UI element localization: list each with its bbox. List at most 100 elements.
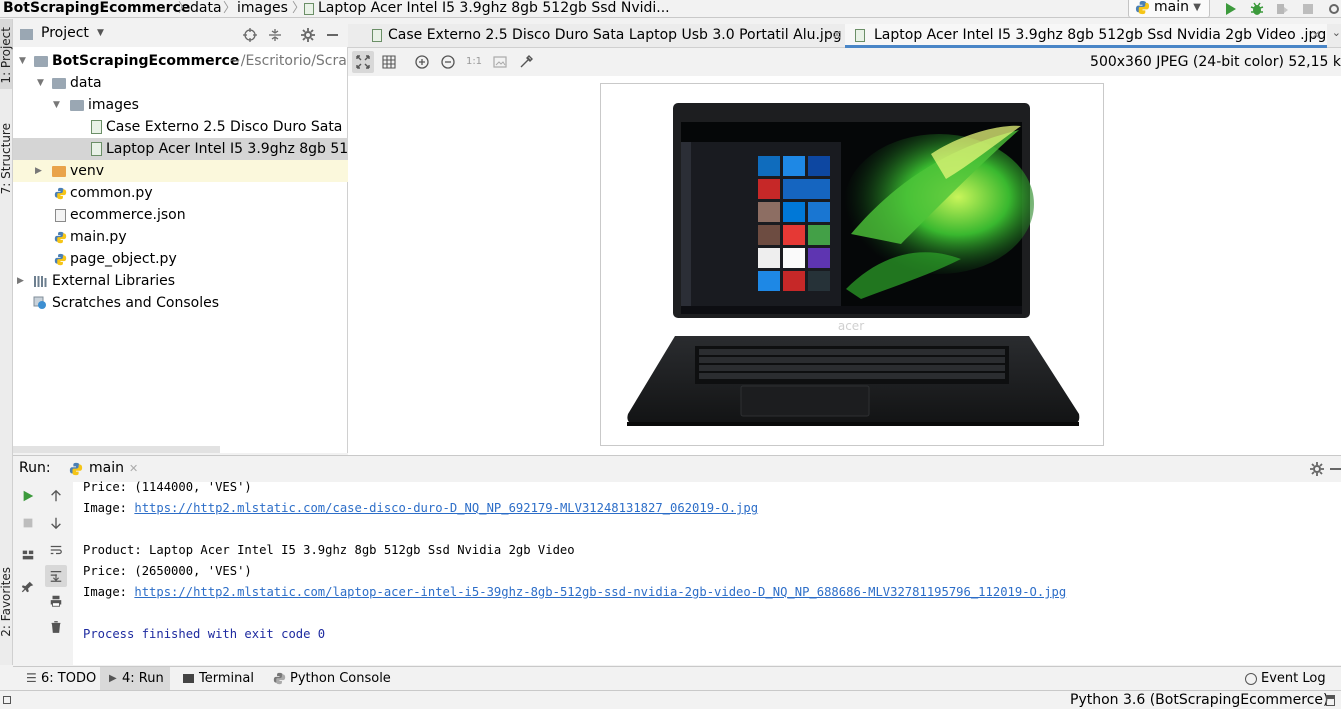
close-icon[interactable]: ✕ <box>832 24 842 47</box>
trash-icon[interactable] <box>49 620 63 634</box>
run-console-output[interactable]: Price: (1144000, 'VES') Image: https://h… <box>73 480 1341 665</box>
tree-item-laptop-image[interactable]: Laptop Acer Intel I5 3.9ghz 8gb 512g <box>13 138 348 160</box>
zoom-in-icon[interactable] <box>414 54 430 70</box>
python-interpreter[interactable]: Python 3.6 (BotScrapingEcommerce) <box>1070 691 1329 709</box>
collapse-all-icon[interactable] <box>267 27 283 43</box>
tree-item-external-libraries[interactable]: ▶ External Libraries <box>13 270 348 292</box>
chevron-down-icon[interactable]: ⌄ <box>1332 26 1341 39</box>
expanded-arrow-icon[interactable]: ▼ <box>19 50 26 72</box>
collapsed-arrow-icon[interactable]: ▶ <box>35 160 42 182</box>
horizontal-scrollbar[interactable] <box>13 446 220 453</box>
locate-icon[interactable] <box>242 27 258 43</box>
lock-icon[interactable] <box>1326 695 1335 706</box>
tree-item-case-image[interactable]: Case Externo 2.5 Disco Duro Sata La <box>13 116 348 138</box>
editor-tab-laptop-image[interactable]: Laptop Acer Intel I5 3.9ghz 8gb 512gb Ss… <box>845 24 1327 48</box>
folder-icon <box>20 29 33 40</box>
console-image-link[interactable]: https://http2.mlstatic.com/laptop-acer-i… <box>134 585 1066 599</box>
folder-icon <box>52 78 66 89</box>
breadcrumb-file[interactable]: Laptop Acer Intel I5 3.9ghz 8gb 512gb Ss… <box>318 0 670 17</box>
console-image-link[interactable]: https://http2.mlstatic.com/case-disco-du… <box>134 501 758 515</box>
event-log-button[interactable]: Event Log <box>1239 667 1332 691</box>
image-file-icon <box>372 29 382 42</box>
tree-item-ecommerce-json[interactable]: ecommerce.json <box>13 204 348 226</box>
expanded-arrow-icon[interactable]: ▼ <box>53 94 60 116</box>
run-panel-header: Run: main ✕ <box>13 455 1341 482</box>
grid-icon[interactable] <box>381 54 397 70</box>
project-tree: ▼ BotScrapingEcommerce ~/Escritorio/Scra… <box>13 47 348 453</box>
folder-icon <box>52 166 66 177</box>
tree-item-project-root[interactable]: ▼ BotScrapingEcommerce ~/Escritorio/Scra <box>13 50 348 72</box>
tool-tab-run[interactable]: ▶ 4: Run <box>100 667 170 691</box>
layout-icon[interactable] <box>21 548 35 562</box>
python-file-icon <box>54 187 67 200</box>
project-panel-header: Project ▼ <box>13 24 348 47</box>
structure-tool-tab[interactable]: 7: Structure <box>0 123 13 194</box>
tree-item-label: Case Externo 2.5 Disco Duro Sata La <box>106 119 348 135</box>
project-panel-title[interactable]: Project <box>41 25 89 41</box>
console-line: Image: https://http2.mlstatic.com/case-d… <box>83 501 758 515</box>
run-side-toolbar <box>13 482 73 665</box>
editor-tab-case-image[interactable]: Case Externo 2.5 Disco Duro Sata Laptop … <box>362 24 844 48</box>
run-tab-main[interactable]: main <box>89 460 124 476</box>
stop-icon[interactable] <box>1300 1 1316 17</box>
console-line: Price: (2650000, 'VES') <box>83 564 252 578</box>
image-info-label: 500x360 JPEG (24-bit color) 52,15 k <box>1090 54 1341 70</box>
tool-windows-icon[interactable] <box>3 696 11 704</box>
stop-icon[interactable] <box>21 516 35 530</box>
tree-item-main-py[interactable]: main.py <box>13 226 348 248</box>
event-log-icon <box>1245 673 1257 685</box>
breadcrumb-data[interactable]: data <box>190 0 222 17</box>
pin-icon[interactable] <box>21 580 35 594</box>
tree-item-venv[interactable]: ▶ venv <box>13 160 348 182</box>
favorites-tool-tab[interactable]: 2: Favorites <box>0 567 13 637</box>
image-viewer-toolbar: 1:1 500x360 JPEG (24-bit color) 52,15 k <box>348 49 1341 76</box>
tree-item-label: Scratches and Consoles <box>52 295 219 311</box>
tree-item-common-py[interactable]: common.py <box>13 182 348 204</box>
run-icon[interactable] <box>1222 1 1238 17</box>
color-picker-icon[interactable] <box>518 54 534 70</box>
tree-item-page-object-py[interactable]: page_object.py <box>13 248 348 270</box>
print-icon[interactable] <box>49 594 63 608</box>
tree-item-data[interactable]: ▼ data <box>13 72 348 94</box>
debug-icon[interactable] <box>1249 1 1265 17</box>
tree-item-label: External Libraries <box>52 273 175 289</box>
navigation-bar: BotScrapingEcommerce 〉 data 〉 images 〉 L… <box>0 0 1341 18</box>
tool-tab-python-console[interactable]: Python Console <box>268 667 397 691</box>
breadcrumb-separator: 〉 <box>223 1 237 16</box>
image-viewer-canvas[interactable]: acer <box>348 76 1341 455</box>
console-line-prefix: Image: <box>83 501 135 515</box>
close-icon[interactable]: ✕ <box>129 462 138 475</box>
close-icon[interactable]: ✕ <box>1311 24 1321 47</box>
tree-item-scratches[interactable]: Scratches and Consoles <box>13 292 348 314</box>
tool-tab-terminal[interactable]: Terminal <box>177 667 260 691</box>
expanded-arrow-icon[interactable]: ▼ <box>37 72 44 94</box>
gear-icon[interactable] <box>300 27 316 43</box>
scratches-icon <box>33 296 46 309</box>
zoom-out-icon[interactable] <box>440 54 456 70</box>
project-tool-tab[interactable]: 1: Project <box>0 27 13 84</box>
tool-tab-label: Terminal <box>199 671 254 686</box>
tool-tab-todo[interactable]: ☰ 6: TODO <box>19 667 102 691</box>
settings-icon[interactable] <box>1326 1 1341 17</box>
editor-tab-bar: Case Externo 2.5 Disco Duro Sata Laptop … <box>348 24 1341 48</box>
tree-item-images[interactable]: ▼ images <box>13 94 348 116</box>
python-file-icon <box>54 231 67 244</box>
breadcrumb-project[interactable]: BotScrapingEcommerce <box>3 0 190 17</box>
background-toggle-icon[interactable] <box>492 54 508 70</box>
minimize-icon[interactable] <box>1330 468 1341 470</box>
rerun-icon[interactable] <box>21 489 35 503</box>
gear-icon[interactable] <box>1309 461 1325 477</box>
minimize-icon[interactable] <box>327 34 338 36</box>
scroll-to-end-icon[interactable] <box>49 569 63 583</box>
arrow-down-icon[interactable] <box>49 516 63 530</box>
arrow-up-icon[interactable] <box>49 489 63 503</box>
run-configuration-select[interactable]: main ▼ <box>1128 0 1210 18</box>
chevron-down-icon[interactable]: ▼ <box>97 28 104 38</box>
actual-size-button[interactable]: 1:1 <box>464 54 484 70</box>
soft-wrap-icon[interactable] <box>49 543 63 557</box>
python-icon <box>273 672 286 685</box>
breadcrumb-images[interactable]: images <box>237 0 288 17</box>
fit-zoom-icon[interactable] <box>355 54 371 70</box>
collapsed-arrow-icon[interactable]: ▶ <box>17 270 24 292</box>
coverage-icon[interactable] <box>1274 1 1290 17</box>
